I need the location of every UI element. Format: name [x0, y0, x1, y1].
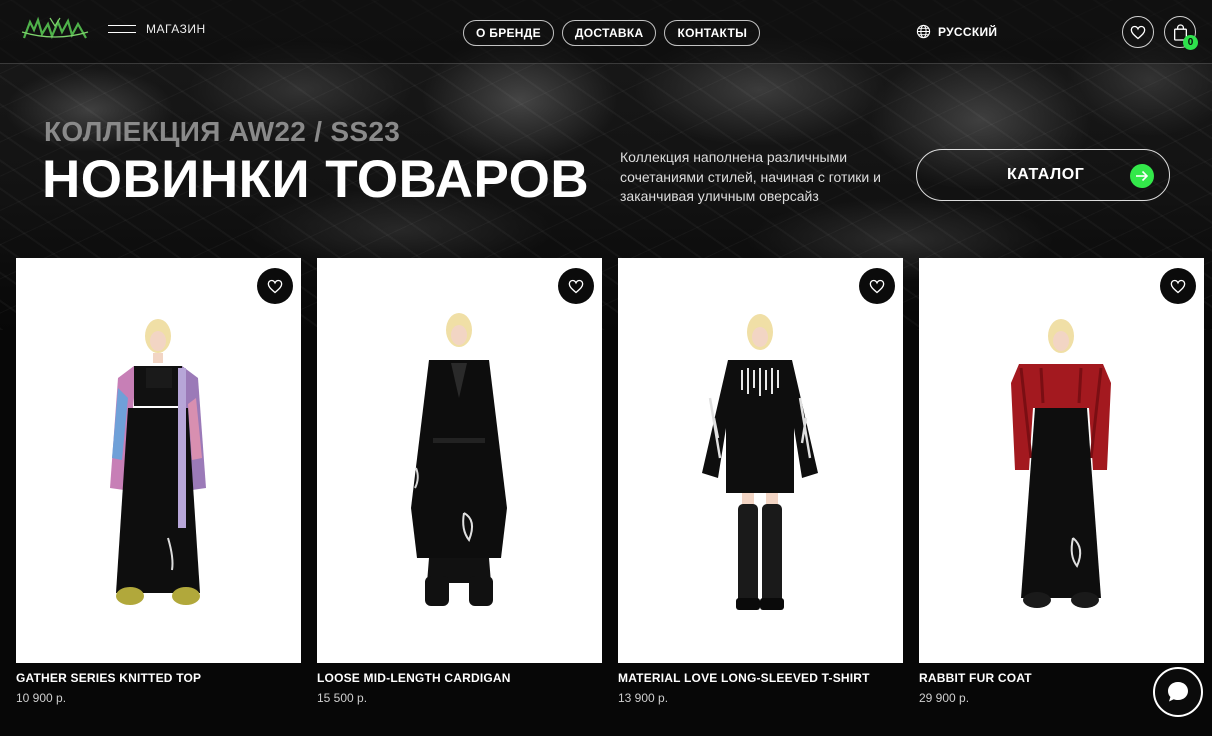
product-image[interactable]	[16, 258, 301, 663]
arrow-right-icon	[1130, 164, 1154, 188]
main-nav: О БРЕНДЕ ДОСТАВКА КОНТАКТЫ	[463, 20, 761, 46]
product-price: 13 900 р.	[618, 691, 669, 705]
collection-label: КОЛЛЕКЦИЯ AW22 / SS23	[44, 116, 401, 147]
nav-about-brand[interactable]: О БРЕНДЕ	[463, 20, 554, 46]
cart-count-badge: 0	[1183, 35, 1198, 50]
chat-button[interactable]	[1153, 667, 1203, 717]
product-price: 15 500 р.	[317, 691, 368, 705]
shop-menu-label: МАГАЗИН	[146, 22, 206, 36]
catalog-button-label: КАТАЛОГ	[1007, 166, 1085, 183]
product-image[interactable]	[618, 258, 903, 663]
language-label: РУССКИЙ	[938, 24, 998, 39]
product-name[interactable]: LOOSE MID-LENGTH CARDIGAN	[317, 671, 602, 685]
product-image[interactable]	[317, 258, 602, 663]
product-card[interactable]: GATHER SERIES KNITTED TOP 10 900 р.	[16, 258, 301, 705]
favorites-button[interactable]	[1122, 16, 1154, 48]
product-price: 10 900 р.	[16, 691, 67, 705]
globe-icon	[916, 24, 931, 39]
model-photo	[702, 314, 818, 610]
heart-icon	[267, 279, 283, 293]
chat-bubble-icon	[1168, 682, 1188, 702]
add-to-favorites-button[interactable]	[859, 268, 895, 304]
site-header: МАГАЗИН О БРЕНДЕ ДОСТАВКА КОНТАКТЫ РУССК…	[0, 0, 1212, 64]
page-title: НОВИНКИ ТОВАРОВ	[42, 150, 590, 209]
nav-contacts[interactable]: КОНТАКТЫ	[664, 20, 761, 46]
product-card[interactable]: MATERIAL LOVE LONG-SLEEVED T-SHIRT 13 90…	[618, 258, 903, 705]
catalog-button[interactable]: КАТАЛОГ	[916, 149, 1170, 201]
product-card[interactable]: LOOSE MID-LENGTH CARDIGAN 15 500 р.	[317, 258, 602, 705]
product-image[interactable]	[919, 258, 1204, 663]
language-selector[interactable]: РУССКИЙ	[916, 24, 997, 39]
product-grid: GATHER SERIES KNITTED TOP 10 900 р. LOOS…	[16, 258, 1204, 705]
heart-icon	[869, 279, 885, 293]
heart-icon	[568, 279, 584, 293]
heart-icon	[1170, 279, 1186, 293]
cart-button[interactable]: 0	[1164, 16, 1198, 50]
shop-menu-button[interactable]: МАГАЗИН	[108, 22, 206, 36]
brand-logo[interactable]	[20, 16, 90, 44]
add-to-favorites-button[interactable]	[558, 268, 594, 304]
hero-description: Коллекция наполнена различными сочетания…	[620, 149, 881, 204]
logo-icon	[21, 16, 89, 40]
model-photo	[110, 319, 206, 605]
product-name[interactable]: MATERIAL LOVE LONG-SLEEVED T-SHIRT	[618, 671, 903, 685]
product-card[interactable]: RABBIT FUR COAT 29 900 р.	[919, 258, 1204, 705]
model-photo	[1011, 319, 1111, 608]
model-photo	[411, 313, 507, 606]
product-name[interactable]: GATHER SERIES KNITTED TOP	[16, 671, 301, 685]
nav-delivery[interactable]: ДОСТАВКА	[561, 20, 657, 46]
hamburger-icon	[108, 24, 136, 35]
add-to-favorites-button[interactable]	[1160, 268, 1196, 304]
heart-icon	[1130, 25, 1146, 39]
add-to-favorites-button[interactable]	[257, 268, 293, 304]
